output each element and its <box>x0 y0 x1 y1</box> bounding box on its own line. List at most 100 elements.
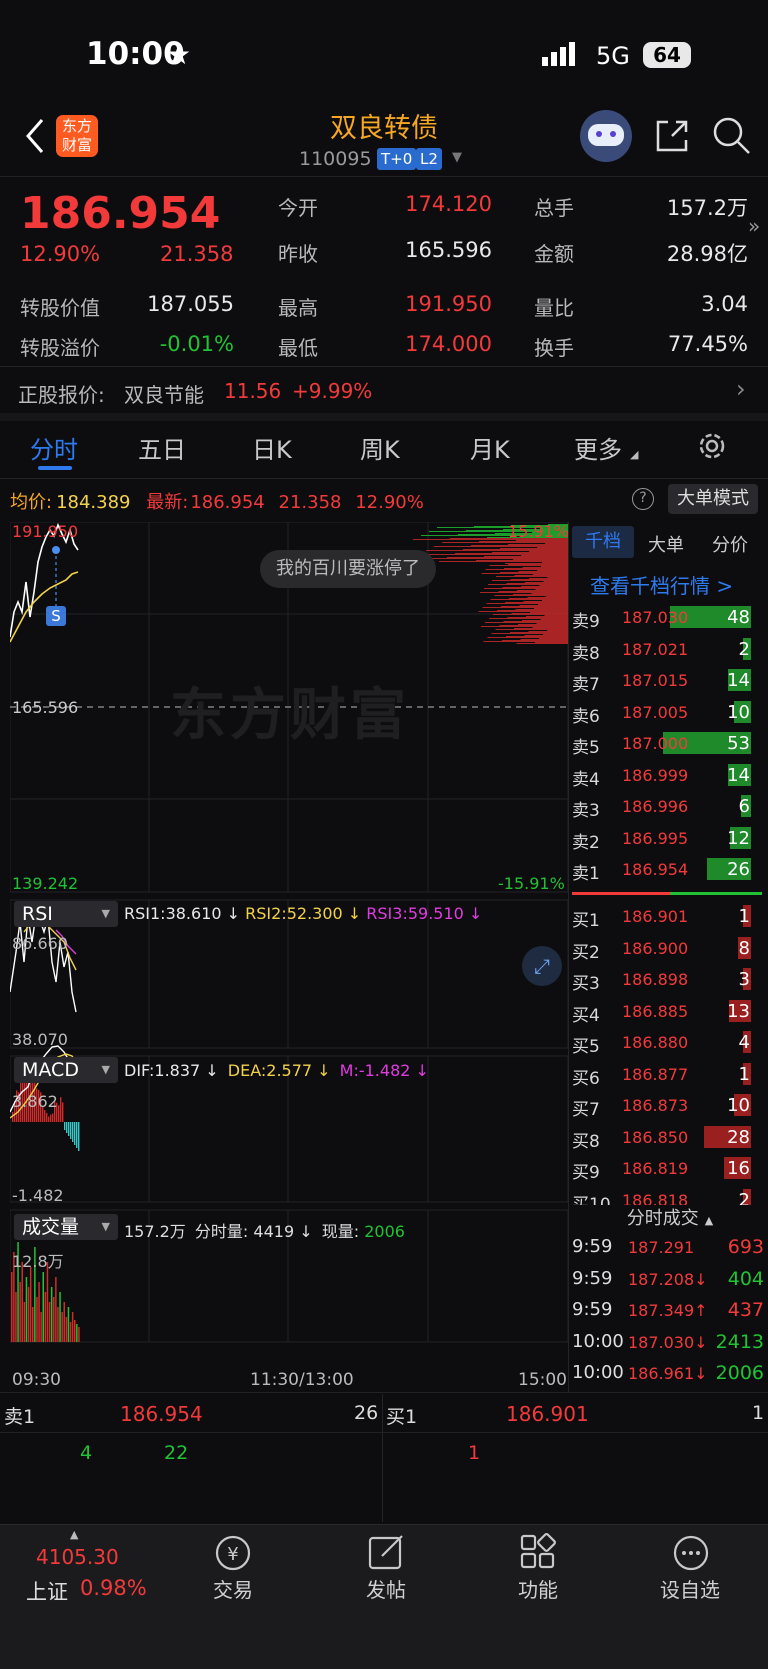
bid-row[interactable]: 买4 186.885 13 <box>572 997 768 1028</box>
nav-post[interactable]: 发帖 <box>326 1574 446 1603</box>
ask-row[interactable]: 卖3 186.996 6 <box>572 792 768 823</box>
depth-line <box>522 620 568 621</box>
volume-bar <box>57 1307 59 1342</box>
sell-queue-1: 4 <box>80 1442 93 1464</box>
depth-line <box>547 630 568 631</box>
bid-row[interactable]: 买8 186.850 28 <box>572 1123 768 1154</box>
ask-row[interactable]: 卖4 186.999 14 <box>572 761 768 792</box>
dropdown-icon[interactable]: ▼ <box>452 150 462 165</box>
tab-monthly-k[interactable]: 月K <box>470 430 510 465</box>
low-value: 174.000 <box>405 332 492 356</box>
tab-big-order[interactable]: 大单 <box>648 531 684 557</box>
ask-row[interactable]: 卖2 186.995 12 <box>572 824 768 855</box>
macd-selector[interactable]: MACD ▼ <box>14 1057 118 1083</box>
trade-icon[interactable]: ¥ <box>210 1530 256 1576</box>
bid-row[interactable]: 买5 186.880 4 <box>572 1028 768 1059</box>
buy-queue-1: 1 <box>468 1442 481 1464</box>
depth-level-label: 买4 <box>572 1005 600 1026</box>
depth-price: 186.850 <box>622 1127 689 1147</box>
tab-intraday[interactable]: 分时 <box>30 430 78 465</box>
tab-weekly-k[interactable]: 周K <box>360 430 400 465</box>
depth-line <box>502 640 568 641</box>
depth-level-label: 买6 <box>572 1068 600 1089</box>
rsi-selector[interactable]: RSI ▼ <box>14 901 118 927</box>
depth-volume: 28 <box>727 1126 750 1148</box>
depth-volume: 14 <box>727 670 750 691</box>
big-order-mode-button[interactable]: 大单模式 <box>668 484 758 514</box>
volume-bar <box>59 1292 61 1342</box>
index-name[interactable]: 上证 <box>26 1576 68 1606</box>
bid-row[interactable]: 买3 186.898 3 <box>572 965 768 996</box>
depth-line <box>521 586 568 587</box>
assistant-avatar[interactable] <box>580 110 632 162</box>
depth-line <box>522 567 568 568</box>
volume-selector[interactable]: 成交量 ▼ <box>14 1214 118 1240</box>
depth-line <box>545 543 568 544</box>
depth-volume: 16 <box>727 1158 750 1179</box>
tab-daily-k[interactable]: 日K <box>252 430 292 465</box>
depth-line <box>490 599 568 600</box>
macd-bar <box>46 1112 48 1122</box>
volume-bar <box>40 1312 42 1342</box>
depth-line <box>514 575 568 576</box>
tab-five-day[interactable]: 五日 <box>138 430 186 465</box>
depth-line <box>447 557 568 558</box>
bid-row[interactable]: 买9 186.819 16 <box>572 1154 768 1185</box>
depth-line <box>491 633 568 634</box>
depth-line <box>529 551 568 552</box>
sell-marker[interactable]: S <box>46 606 66 626</box>
ask-row[interactable]: 卖9 187.030 48 <box>572 603 768 634</box>
post-icon[interactable] <box>364 1530 410 1576</box>
ask-row[interactable]: 卖5 187.000 53 <box>572 729 768 760</box>
comment-bubble[interactable]: 我的百川要涨停了 <box>260 550 436 588</box>
depth-price: 186.877 <box>622 1064 689 1084</box>
bid-row[interactable]: 买2 186.900 8 <box>572 934 768 965</box>
ask-row[interactable]: 卖7 187.015 14 <box>572 666 768 697</box>
bid-row[interactable]: 买7 186.873 10 <box>572 1091 768 1122</box>
nav-watchlist-settings[interactable]: 设自选 <box>630 1574 750 1603</box>
depth-volume: 2 <box>738 638 750 660</box>
trade-time: 9:59 <box>572 1236 613 1257</box>
ask-row[interactable]: 卖6 187.005 10 <box>572 698 768 729</box>
fullscreen-icon[interactable]: ⤢ <box>522 946 562 986</box>
volume-bar <box>61 1312 63 1342</box>
page-title: 双良转债 <box>330 113 438 144</box>
nav-trade[interactable]: 交易 <box>173 1574 293 1603</box>
amount-value: 28.98亿 <box>666 242 748 266</box>
volume-bar <box>76 1324 78 1342</box>
functions-icon[interactable] <box>516 1530 562 1576</box>
nav-functions[interactable]: 功能 <box>478 1574 598 1603</box>
help-icon[interactable]: ? <box>632 488 654 510</box>
time-label-close: 15:00 <box>518 1370 567 1390</box>
depth-line <box>537 547 568 548</box>
trades-title[interactable]: 分时成交 ▲ <box>572 1205 768 1233</box>
watchlist-settings-icon[interactable] <box>668 1530 714 1576</box>
depth-level-label: 卖5 <box>572 738 600 758</box>
trade-price: 187.291 <box>628 1238 695 1257</box>
depth-line <box>520 639 568 640</box>
search-icon[interactable] <box>712 116 752 156</box>
index-pct[interactable]: 0.98% <box>80 1576 147 1600</box>
share-icon[interactable] <box>654 118 690 154</box>
macd-bar <box>70 1122 72 1139</box>
ask-row[interactable]: 卖8 187.021 2 <box>572 635 768 666</box>
bid-row[interactable]: 买1 186.901 1 <box>572 902 768 933</box>
tab-more[interactable]: 更多 <box>574 430 622 465</box>
bid-row[interactable]: 买6 186.877 1 <box>572 1060 768 1091</box>
ask-row[interactable]: 卖1 186.954 26 <box>572 855 768 886</box>
volume-bar <box>29 1267 32 1342</box>
tab-price-dist[interactable]: 分价 <box>712 531 748 557</box>
stock-quote-row[interactable]: 正股报价: 双良节能 11.56 +9.99% › <box>0 367 768 413</box>
depth-level-label: 卖6 <box>572 706 600 727</box>
depth-line <box>539 638 568 639</box>
macd-bar <box>74 1122 76 1145</box>
macd-bar <box>50 1114 52 1122</box>
settings-icon[interactable] <box>696 430 728 462</box>
star-icon: ★ <box>166 38 192 71</box>
index-value[interactable]: 4105.30 <box>36 1545 119 1569</box>
expand-arrow-icon[interactable]: » <box>748 214 760 238</box>
view-depth-link[interactable]: 查看千档行情 > <box>590 570 733 599</box>
volume-bar <box>71 1312 74 1342</box>
tab-thousand-depth[interactable]: 千档 <box>572 526 634 558</box>
depth-line <box>536 623 568 624</box>
